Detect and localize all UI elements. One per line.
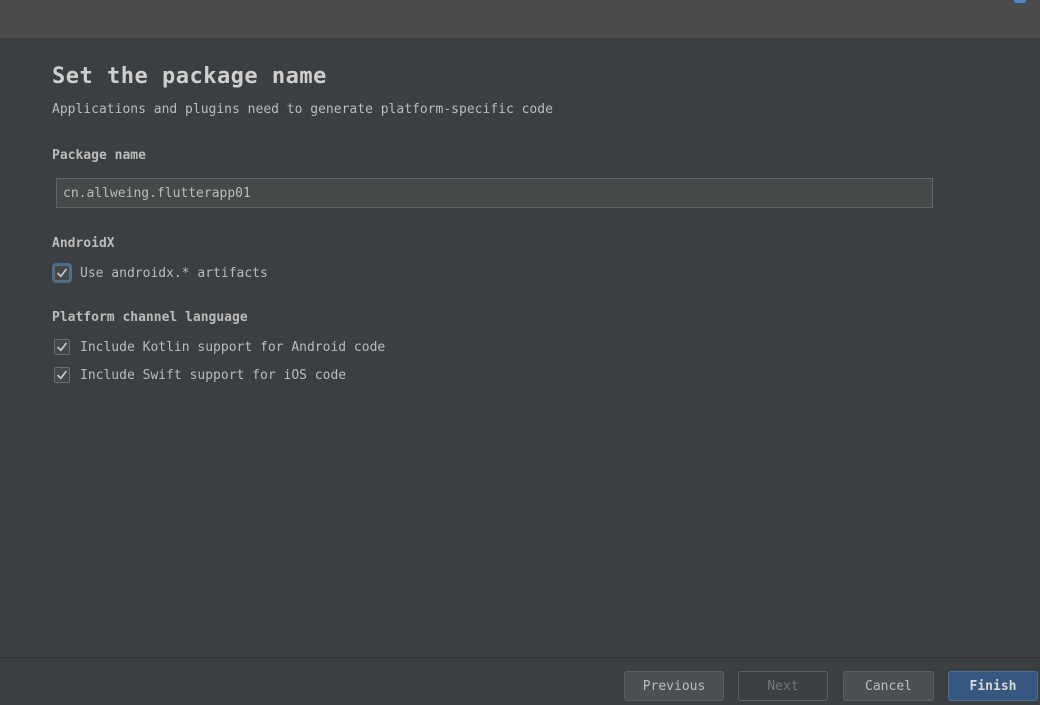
finish-button[interactable]: Finish: [948, 671, 1038, 701]
title-bar: [0, 0, 1040, 38]
checkmark-icon: [57, 268, 67, 278]
package-name-input[interactable]: [56, 178, 933, 208]
swift-checkbox[interactable]: [54, 367, 70, 383]
swift-checkbox-label: Include Swift support for iOS code: [80, 367, 347, 383]
swift-checkbox-row[interactable]: Include Swift support for iOS code: [54, 365, 346, 385]
platform-channel-section-label: Platform channel language: [52, 310, 248, 325]
previous-button[interactable]: Previous: [624, 671, 724, 701]
package-name-label: Package name: [52, 148, 146, 163]
page-title: Set the package name: [52, 64, 327, 89]
window-corner-indicator: [1014, 0, 1026, 3]
next-button[interactable]: Next: [738, 671, 828, 701]
androidx-checkbox-label: Use androidx.* artifacts: [80, 265, 268, 281]
footer-divider: [0, 657, 1040, 658]
cancel-button[interactable]: Cancel: [843, 671, 934, 701]
androidx-checkbox[interactable]: [54, 265, 70, 281]
kotlin-checkbox-label: Include Kotlin support for Android code: [80, 339, 386, 355]
checkmark-icon: [57, 342, 67, 352]
kotlin-checkbox[interactable]: [54, 339, 70, 355]
checkmark-icon: [57, 370, 67, 380]
androidx-checkbox-row[interactable]: Use androidx.* artifacts: [54, 263, 268, 283]
androidx-section-label: AndroidX: [52, 236, 115, 251]
kotlin-checkbox-row[interactable]: Include Kotlin support for Android code: [54, 337, 385, 357]
page-subtitle: Applications and plugins need to generat…: [52, 102, 553, 117]
